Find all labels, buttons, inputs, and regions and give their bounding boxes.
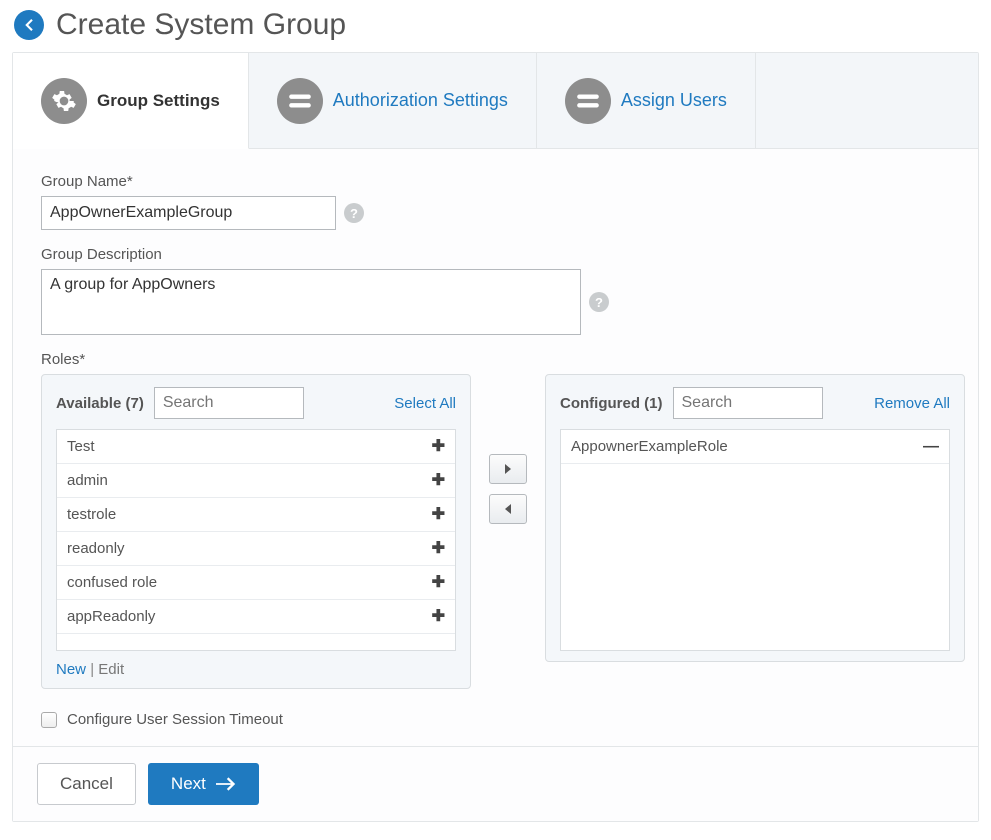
- available-footer: New | Edit: [56, 661, 456, 678]
- caret-right-icon: [503, 464, 513, 474]
- tab-body: Group Name* ? Group Description A group …: [13, 149, 978, 746]
- list-item[interactable]: admin✚: [57, 464, 455, 498]
- session-timeout-label: Configure User Session Timeout: [67, 711, 283, 728]
- available-title: Available (7): [56, 395, 144, 412]
- list-item[interactable]: testrole✚: [57, 498, 455, 532]
- group-name-label: Group Name*: [41, 173, 950, 190]
- configured-panel: Configured (1) Remove All AppownerExampl…: [545, 374, 965, 662]
- group-name-input[interactable]: [41, 196, 336, 230]
- minus-icon[interactable]: —: [923, 439, 939, 455]
- session-timeout-checkbox[interactable]: [41, 712, 57, 728]
- plus-icon[interactable]: ✚: [432, 541, 445, 557]
- group-desc-label: Group Description: [41, 246, 950, 263]
- help-icon[interactable]: ?: [589, 292, 609, 312]
- help-icon[interactable]: ?: [344, 203, 364, 223]
- edit-role-link[interactable]: Edit: [98, 661, 124, 678]
- plus-icon[interactable]: ✚: [432, 439, 445, 455]
- available-search-input[interactable]: [154, 387, 304, 419]
- tabs: Group Settings Authorization Settings As…: [13, 53, 978, 149]
- list-item[interactable]: AppownerExampleRole—: [561, 430, 949, 464]
- remove-all-link[interactable]: Remove All: [874, 395, 950, 412]
- stack-icon: [277, 78, 323, 124]
- transfer-buttons: [489, 454, 527, 524]
- gear-icon: [41, 78, 87, 124]
- tab-label: Assign Users: [621, 90, 727, 111]
- plus-icon[interactable]: ✚: [432, 609, 445, 625]
- roles-label: Roles*: [41, 351, 950, 368]
- arrow-left-icon: [20, 16, 38, 34]
- tab-group-settings[interactable]: Group Settings: [13, 53, 249, 149]
- caret-left-icon: [503, 504, 513, 514]
- footer: Cancel Next: [13, 746, 978, 821]
- tab-label: Group Settings: [97, 91, 220, 111]
- configured-search-input[interactable]: [673, 387, 823, 419]
- select-all-link[interactable]: Select All: [394, 395, 456, 412]
- list-item[interactable]: confused role✚: [57, 566, 455, 600]
- list-item[interactable]: readonly✚: [57, 532, 455, 566]
- move-right-button[interactable]: [489, 454, 527, 484]
- available-panel: Available (7) Select All Test✚ admin✚ te…: [41, 374, 471, 689]
- stack-icon: [565, 78, 611, 124]
- plus-icon[interactable]: ✚: [432, 575, 445, 591]
- list-item[interactable]: appReadonly✚: [57, 600, 455, 634]
- configured-listbox[interactable]: AppownerExampleRole—: [560, 429, 950, 651]
- configured-title: Configured (1): [560, 395, 663, 412]
- plus-icon[interactable]: ✚: [432, 507, 445, 523]
- group-desc-input[interactable]: A group for AppOwners: [41, 269, 581, 335]
- tab-assign-users[interactable]: Assign Users: [537, 53, 756, 148]
- plus-icon[interactable]: ✚: [432, 473, 445, 489]
- list-item[interactable]: Test✚: [57, 430, 455, 464]
- arrow-right-icon: [216, 777, 236, 791]
- next-button[interactable]: Next: [148, 763, 259, 805]
- move-left-button[interactable]: [489, 494, 527, 524]
- cancel-button[interactable]: Cancel: [37, 763, 136, 805]
- available-listbox[interactable]: Test✚ admin✚ testrole✚ readonly✚ confuse…: [56, 429, 456, 651]
- new-role-link[interactable]: New: [56, 661, 86, 678]
- page-title: Create System Group: [56, 8, 346, 42]
- back-button[interactable]: [14, 10, 44, 40]
- tab-authorization-settings[interactable]: Authorization Settings: [249, 53, 537, 148]
- tab-container: Group Settings Authorization Settings As…: [12, 52, 979, 822]
- tab-label: Authorization Settings: [333, 90, 508, 111]
